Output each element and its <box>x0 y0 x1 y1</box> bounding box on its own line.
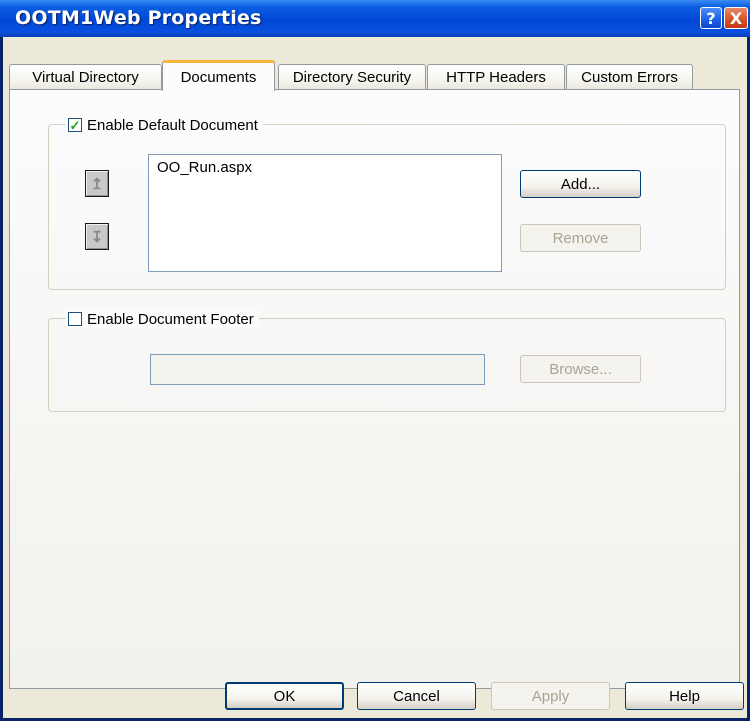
arrow-down-icon: ↧ <box>90 228 104 246</box>
help-button-label: Help <box>669 687 700 705</box>
tab-custom-errors[interactable]: Custom Errors <box>566 64 693 90</box>
browse-button[interactable]: Browse... <box>520 355 641 383</box>
tab-directory-security[interactable]: Directory Security <box>278 64 426 90</box>
properties-window: OOTM1Web Properties ? X Virtual Director… <box>0 0 750 721</box>
cancel-button-label: Cancel <box>393 687 440 705</box>
tab-documents[interactable]: Documents <box>162 60 275 91</box>
tab-http-headers[interactable]: HTTP Headers <box>427 64 565 90</box>
move-up-button[interactable]: ↥ <box>85 170 109 197</box>
footer-path-field[interactable] <box>150 354 485 385</box>
close-button[interactable]: X <box>724 7 748 29</box>
document-footer-header: Enable Document Footer <box>65 309 259 329</box>
ok-button[interactable]: OK <box>225 682 344 710</box>
remove-button[interactable]: Remove <box>520 224 641 252</box>
dialog-client: Virtual Directory Documents Directory Se… <box>3 37 747 718</box>
documents-tab-panel: ✓ Enable Default Document ↥ ↧ OO_Run.asp… <box>9 89 740 689</box>
enable-document-footer-checkbox[interactable] <box>68 312 82 326</box>
enable-document-footer-label[interactable]: Enable Document Footer <box>87 311 254 328</box>
tab-label: Virtual Directory <box>32 69 139 86</box>
enable-default-document-label[interactable]: Enable Default Document <box>87 117 258 134</box>
cancel-button[interactable]: Cancel <box>357 682 476 710</box>
tab-label: Documents <box>180 68 257 86</box>
list-item[interactable]: OO_Run.aspx <box>157 159 252 176</box>
window-title: OOTM1Web Properties <box>15 7 262 29</box>
title-bar[interactable]: OOTM1Web Properties ? X <box>0 0 750 37</box>
ok-button-label: OK <box>273 687 296 705</box>
add-button-label: Add... <box>560 175 601 193</box>
move-down-button[interactable]: ↧ <box>85 223 109 250</box>
tab-label: Custom Errors <box>581 69 678 86</box>
remove-button-label: Remove <box>552 229 609 247</box>
enable-default-document-checkbox[interactable]: ✓ <box>68 118 82 132</box>
tab-virtual-directory[interactable]: Virtual Directory <box>9 64 162 90</box>
apply-button-label: Apply <box>531 687 570 705</box>
tab-label: Directory Security <box>292 69 412 86</box>
apply-button[interactable]: Apply <box>491 682 610 710</box>
default-document-header: ✓ Enable Default Document <box>65 115 263 135</box>
add-button[interactable]: Add... <box>520 170 641 198</box>
tab-label: HTTP Headers <box>446 69 546 86</box>
checkmark-icon: ✓ <box>69 117 81 133</box>
question-icon: ? <box>706 8 716 28</box>
arrow-up-icon: ↥ <box>90 175 104 193</box>
default-documents-list[interactable]: OO_Run.aspx <box>148 154 502 272</box>
help-button[interactable]: Help <box>625 682 744 710</box>
help-title-button[interactable]: ? <box>700 7 722 29</box>
browse-button-label: Browse... <box>549 360 612 378</box>
close-icon: X <box>729 8 743 28</box>
